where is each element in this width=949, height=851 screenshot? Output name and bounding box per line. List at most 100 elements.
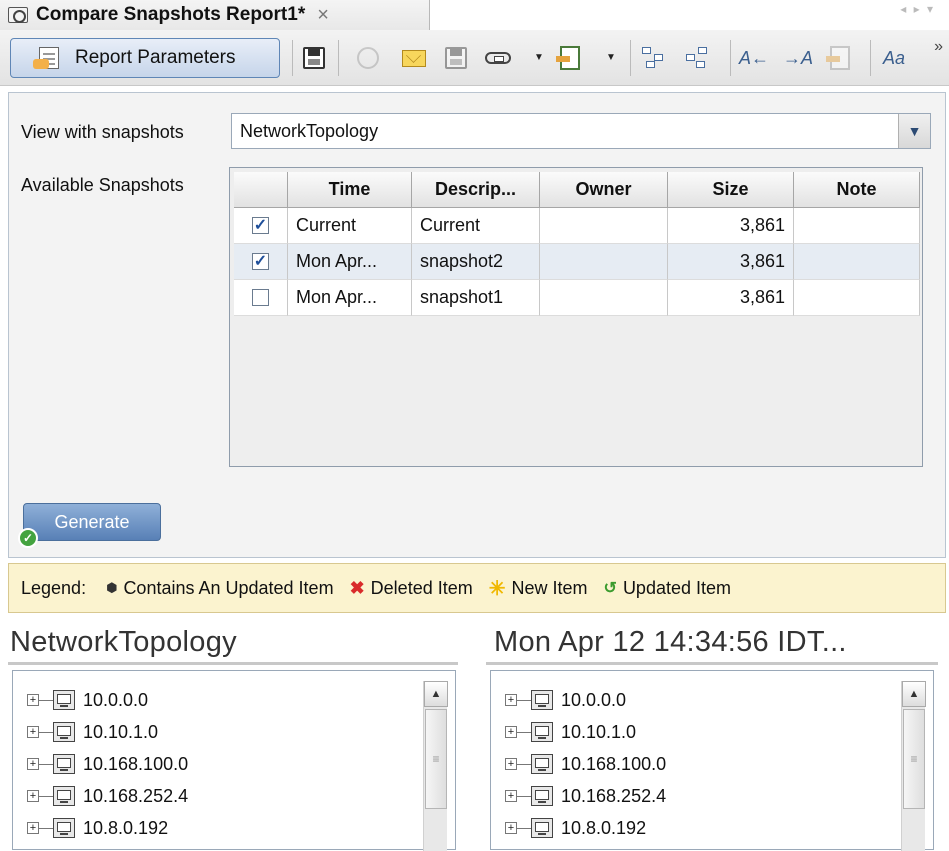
expand-icon[interactable]: + (27, 822, 39, 834)
row-checkbox[interactable] (252, 289, 269, 306)
chevron-down-icon[interactable]: ▼ (898, 114, 930, 148)
left-tree-title: NetworkTopology (10, 626, 237, 658)
cell-description: snapshot2 (412, 244, 540, 280)
toolbar-separator (292, 40, 293, 76)
legend-new: ✳ New Item (489, 576, 588, 601)
scroll-thumb[interactable]: ≡ (425, 709, 447, 809)
expand-icon[interactable]: + (27, 726, 39, 738)
table-row[interactable]: Mon Apr... snapshot1 3,861 (234, 280, 920, 316)
expand-icon[interactable]: + (505, 726, 517, 738)
table-body: ✓ Current Current 3,861 ✓ Mon Apr... sna… (234, 208, 920, 316)
cell-time: Mon Apr... (288, 244, 412, 280)
vertical-scrollbar[interactable]: ▲ ≡ (901, 681, 926, 851)
tab-bar: Compare Snapshots Report1* × ◂ ▸ ▾ (0, 0, 949, 30)
schedule-icon[interactable] (354, 44, 382, 72)
cell-size: 3,861 (668, 244, 794, 280)
column-header-description[interactable]: Descrip... (412, 172, 540, 208)
row-checkbox[interactable]: ✓ (252, 253, 269, 270)
report-parameters-label: Report Parameters (75, 47, 236, 68)
expand-icon[interactable]: + (505, 758, 517, 770)
scroll-thumb[interactable]: ≡ (903, 709, 925, 809)
expand-icon[interactable]: + (505, 790, 517, 802)
column-header-time[interactable]: Time (288, 172, 412, 208)
link-dropdown-icon[interactable]: ▼ (534, 52, 544, 63)
legend-contains-updated-label: Contains An Updated Item (123, 577, 334, 598)
legend-label: Legend: (21, 577, 87, 598)
tab-scroll-icon[interactable]: ◂ ▸ ▾ (900, 2, 935, 16)
tree-node-label: 10.0.0.0 (83, 689, 149, 710)
toolbar-separator (870, 40, 871, 76)
expand-icon[interactable]: + (27, 790, 39, 802)
tree-node-label: 10.8.0.192 (561, 817, 647, 838)
column-header-select[interactable] (234, 172, 288, 208)
cell-owner (540, 208, 668, 244)
email-icon[interactable] (400, 44, 428, 72)
right-tree-title: Mon Apr 12 14:34:56 IDT... (494, 626, 847, 658)
collapse-tree-icon[interactable] (684, 44, 712, 72)
more-icon[interactable]: » (934, 38, 943, 56)
tree-node-label: 10.10.1.0 (561, 721, 637, 742)
previous-change-icon[interactable]: A← (739, 44, 769, 72)
cell-note (794, 280, 920, 316)
cell-time: Current (288, 208, 412, 244)
legend-updated: ↺ Updated Item (604, 578, 731, 599)
column-header-owner[interactable]: Owner (540, 172, 668, 208)
next-change-icon[interactable]: →A (783, 44, 813, 72)
generate-button[interactable]: Generate ✓ (18, 503, 161, 548)
tree-node-label: 10.168.252.4 (83, 785, 189, 806)
right-tree: + 10.0.0.0 + 10.10.1.0 + 10.168.100.0 + … (490, 670, 934, 851)
report-parameters-button[interactable]: Report Parameters (10, 38, 280, 78)
network-icon (53, 690, 75, 710)
expand-icon[interactable]: + (27, 694, 39, 706)
tree-node[interactable]: + 10.8.0.192 (505, 813, 646, 843)
vertical-scrollbar[interactable]: ▲ ≡ (423, 681, 448, 851)
close-icon[interactable]: × (317, 4, 329, 27)
report-parameters-icon (33, 45, 63, 71)
expand-icon[interactable]: + (505, 694, 517, 706)
new-icon: ✳ (488, 577, 506, 600)
tree-node-label: 10.168.252.4 (561, 785, 667, 806)
table-row[interactable]: ✓ Current Current 3,861 (234, 208, 920, 244)
tree-node[interactable]: + 10.168.100.0 (27, 749, 188, 779)
export-icon[interactable] (556, 44, 584, 72)
tree-node[interactable]: + 10.10.1.0 (505, 717, 636, 747)
network-icon (531, 754, 553, 774)
tree-node[interactable]: + 10.0.0.0 (505, 685, 626, 715)
tree-node[interactable]: + 10.168.100.0 (505, 749, 666, 779)
find-icon[interactable]: Aa (880, 44, 908, 72)
save-icon[interactable] (300, 44, 328, 72)
view-with-snapshots-select[interactable]: NetworkTopology ▼ (231, 113, 931, 149)
toolbar-separator (630, 40, 631, 76)
view-with-snapshots-label: View with snapshots (21, 122, 184, 142)
report-tab[interactable]: Compare Snapshots Report1* × (0, 0, 430, 30)
cell-size: 3,861 (668, 208, 794, 244)
cube-icon: ⬢ (106, 580, 118, 595)
snapshot-icon (8, 7, 28, 23)
tree-node[interactable]: + 10.168.252.4 (505, 781, 666, 811)
scroll-up-icon[interactable]: ▲ (424, 681, 448, 707)
export-dropdown-icon[interactable]: ▼ (606, 52, 616, 63)
table-row[interactable]: ✓ Mon Apr... snapshot2 3,861 (234, 244, 920, 280)
tree-node-label: 10.8.0.192 (83, 817, 169, 838)
expand-icon[interactable]: + (27, 758, 39, 770)
legend-contains-updated: ⬢ Contains An Updated Item (106, 578, 334, 599)
legend-deleted-label: Deleted Item (370, 577, 473, 598)
link-icon[interactable] (484, 44, 512, 72)
expand-tree-icon[interactable] (640, 44, 668, 72)
column-header-note[interactable]: Note (794, 172, 920, 208)
legend-deleted: ✖ Deleted Item (350, 578, 473, 599)
document-icon[interactable] (826, 44, 854, 72)
right-tree-divider (486, 662, 938, 665)
scroll-up-icon[interactable]: ▲ (902, 681, 926, 707)
row-checkbox[interactable]: ✓ (252, 217, 269, 234)
left-tree-divider (8, 662, 458, 665)
tree-node[interactable]: + 10.168.252.4 (27, 781, 188, 811)
save-as-icon[interactable] (442, 44, 470, 72)
tree-node[interactable]: + 10.0.0.0 (27, 685, 148, 715)
network-icon (531, 690, 553, 710)
tree-node[interactable]: + 10.10.1.0 (27, 717, 158, 747)
network-icon (53, 818, 75, 838)
tree-node[interactable]: + 10.8.0.192 (27, 813, 168, 843)
column-header-size[interactable]: Size (668, 172, 794, 208)
expand-icon[interactable]: + (505, 822, 517, 834)
